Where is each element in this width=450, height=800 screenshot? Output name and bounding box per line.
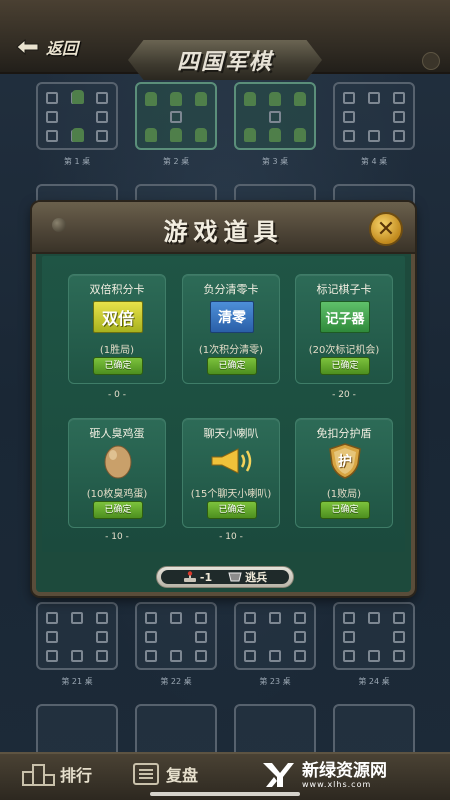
table-24[interactable] <box>333 602 415 670</box>
watermark-url: www.xlhs.com <box>302 779 372 789</box>
item-name: 砸人臭鸡蛋 <box>89 427 145 440</box>
item-count: - 10 - <box>105 532 129 542</box>
replay-nav-button[interactable]: 复盘 <box>132 762 198 786</box>
shield-icon: 护 <box>320 443 370 479</box>
replay-label: 复盘 <box>166 766 199 785</box>
rivet-icon <box>422 52 440 70</box>
horn-icon <box>207 443 257 479</box>
item-confirm-button[interactable]: 已确定 <box>320 357 370 375</box>
close-button[interactable]: ✕ <box>369 212 403 246</box>
joystick-icon <box>183 571 196 582</box>
item-name: 聊天小喇叭 <box>203 427 259 440</box>
close-icon: ✕ <box>376 216 396 242</box>
status-value: 逃兵 <box>245 571 268 584</box>
marker-card-label: 记子器 <box>320 301 370 333</box>
table-2[interactable] <box>135 82 217 150</box>
table-23[interactable] <box>234 602 316 670</box>
item-confirm-button[interactable]: 已确定 <box>207 357 257 375</box>
table-label: 第 3 桌 <box>261 157 289 166</box>
game-items-dialog: 游戏道具 ✕ 双倍积分卡 双倍 (1胜局) 已确定 - 0 - 负分清零卡 清零… <box>32 202 415 596</box>
watermark-name: 新绿资源网 <box>302 760 387 781</box>
item-name: 免扣分护盾 <box>316 427 372 440</box>
back-button[interactable]: 返回 <box>14 34 102 60</box>
back-arrow-icon <box>16 38 39 56</box>
item-desc: (10枚臭鸡蛋) <box>86 489 148 500</box>
item-count: - 0 - <box>108 390 126 400</box>
double-card-label: 双倍 <box>93 301 143 333</box>
table-label: 第 1 桌 <box>63 157 91 166</box>
table-label: 第 23 桌 <box>259 677 291 686</box>
item-count: - 10 - <box>219 532 243 542</box>
replay-list-icon <box>133 763 159 785</box>
watermark-logo-icon <box>263 763 294 787</box>
table-22[interactable] <box>135 602 217 670</box>
item-count: - 20 - <box>332 390 356 400</box>
item-confirm-button[interactable]: 已确定 <box>93 501 143 519</box>
table-label: 第 21 桌 <box>61 677 93 686</box>
home-indicator[interactable] <box>150 792 300 796</box>
table-label: 第 24 桌 <box>358 677 390 686</box>
double-card-icon: 双倍 <box>93 299 143 335</box>
table-label: 第 2 桌 <box>162 157 190 166</box>
game-title: 四国军棋 <box>176 50 273 75</box>
marker-card-icon: 记子器 <box>320 299 370 335</box>
item-confirm-button[interactable]: 已确定 <box>93 357 143 375</box>
item-desc: (15个聊天小喇叭) <box>190 489 272 500</box>
item-rotten-egg[interactable]: 砸人臭鸡蛋 (10枚臭鸡蛋) 已确定 <box>68 418 166 528</box>
table-label: 第 22 桌 <box>160 677 192 686</box>
clear-card-label: 清零 <box>210 301 254 333</box>
item-name: 双倍积分卡 <box>89 283 145 296</box>
item-shield[interactable]: 免扣分护盾 护 (1败局) 已确定 <box>295 418 393 528</box>
table-label: 第 4 桌 <box>360 157 388 166</box>
clear-card-icon: 清零 <box>207 299 257 335</box>
item-name: 标记棋子卡 <box>316 283 372 296</box>
item-desc: (1胜局) <box>99 345 135 356</box>
item-clear-score-card[interactable]: 负分清零卡 清零 (1次积分清零) 已确定 <box>182 274 280 384</box>
podium-icon <box>22 764 55 786</box>
top-bar: 返回 四国军棋 <box>0 0 450 80</box>
rank-nav-button[interactable]: 排行 <box>22 762 92 786</box>
items-grid: 双倍积分卡 双倍 (1胜局) 已确定 - 0 - 负分清零卡 清零 (1次积分清… <box>42 256 405 552</box>
shield-label: 护 <box>338 454 352 470</box>
table-21[interactable] <box>36 602 118 670</box>
egg-icon <box>93 443 143 479</box>
item-mark-piece-card[interactable]: 标记棋子卡 记子器 (20次标记机会) 已确定 <box>295 274 393 384</box>
back-label: 返回 <box>46 39 79 58</box>
item-double-score-card[interactable]: 双倍积分卡 双倍 (1胜局) 已确定 <box>68 274 166 384</box>
title-banner: 四国军棋 <box>128 40 322 80</box>
item-desc: (1次积分清零) <box>198 345 264 356</box>
score-value: -1 <box>199 570 213 584</box>
item-desc: (1败局) <box>326 489 362 500</box>
item-desc: (20次标记机会) <box>308 345 380 356</box>
table-4[interactable] <box>333 82 415 150</box>
dialog-header: 游戏道具 ✕ <box>32 202 415 254</box>
item-name: 负分清零卡 <box>203 283 259 296</box>
item-confirm-button[interactable]: 已确定 <box>320 501 370 519</box>
item-chat-horn[interactable]: 聊天小喇叭 (15个聊天小喇叭) 已确定 <box>182 418 280 528</box>
table-1[interactable] <box>36 82 118 150</box>
rank-badge-icon <box>228 572 242 582</box>
item-confirm-button[interactable]: 已确定 <box>207 501 257 519</box>
player-status-pill: -1 逃兵 <box>156 566 294 588</box>
dialog-title: 游戏道具 <box>163 218 284 246</box>
rank-label: 排行 <box>60 766 93 785</box>
table-3[interactable] <box>234 82 316 150</box>
